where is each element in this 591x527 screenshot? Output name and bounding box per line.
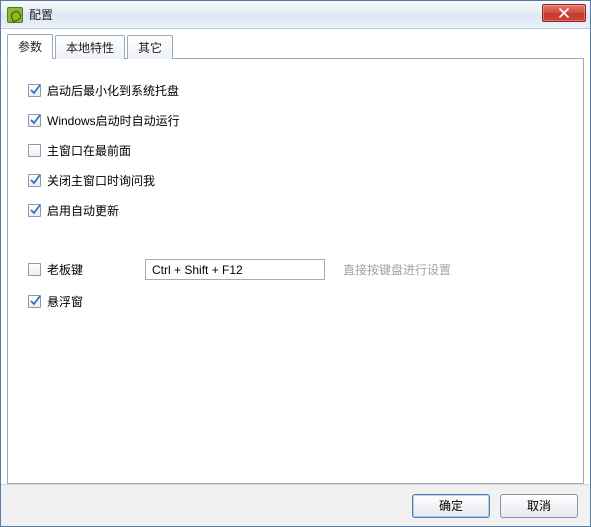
- label-minimize-to-tray[interactable]: 启动后最小化到系统托盘: [47, 82, 179, 99]
- row-confirm-on-close: 关闭主窗口时询问我: [28, 171, 563, 189]
- label-run-on-startup[interactable]: Windows启动时自动运行: [47, 112, 180, 129]
- tabstrip: 参数 本地特性 其它: [7, 35, 584, 58]
- config-dialog: 配置 参数 本地特性 其它 启动后最小化到系统托盘 Win: [0, 0, 591, 527]
- tab-other[interactable]: 其它: [127, 35, 173, 59]
- check-icon: [29, 84, 42, 97]
- client-area: 参数 本地特性 其它 启动后最小化到系统托盘 Windows启动时自动运行 主窗…: [1, 29, 590, 484]
- titlebar[interactable]: 配置: [1, 1, 590, 29]
- hotkey-input[interactable]: [145, 259, 325, 280]
- close-button[interactable]: [542, 4, 586, 22]
- row-always-on-top: 主窗口在最前面: [28, 141, 563, 159]
- checkbox-float-window[interactable]: [28, 295, 41, 308]
- ok-button[interactable]: 确定: [412, 494, 490, 518]
- check-icon: [29, 204, 42, 217]
- tab-panel-params: 启动后最小化到系统托盘 Windows启动时自动运行 主窗口在最前面 关闭主窗口…: [7, 58, 584, 484]
- cancel-button[interactable]: 取消: [500, 494, 578, 518]
- checkbox-run-on-startup[interactable]: [28, 114, 41, 127]
- row-run-on-startup: Windows启动时自动运行: [28, 111, 563, 129]
- checkbox-auto-update[interactable]: [28, 204, 41, 217]
- label-confirm-on-close[interactable]: 关闭主窗口时询问我: [47, 172, 155, 189]
- row-float-window: 悬浮窗: [28, 292, 563, 310]
- label-always-on-top[interactable]: 主窗口在最前面: [47, 142, 131, 159]
- dialog-footer: 确定 取消: [1, 484, 590, 526]
- label-auto-update[interactable]: 启用自动更新: [47, 202, 119, 219]
- check-icon: [29, 114, 42, 127]
- check-icon: [29, 295, 42, 308]
- hotkey-hint: 直接按键盘进行设置: [343, 261, 451, 278]
- checkbox-boss-key[interactable]: [28, 263, 41, 276]
- app-icon: [7, 7, 23, 23]
- label-boss-key[interactable]: 老板键: [47, 261, 83, 278]
- checkbox-always-on-top[interactable]: [28, 144, 41, 157]
- tab-params[interactable]: 参数: [7, 34, 53, 59]
- checkbox-confirm-on-close[interactable]: [28, 174, 41, 187]
- window-title: 配置: [29, 6, 53, 23]
- tab-local[interactable]: 本地特性: [55, 35, 125, 59]
- row-minimize-to-tray: 启动后最小化到系统托盘: [28, 81, 563, 99]
- check-icon: [29, 174, 42, 187]
- close-icon: [559, 8, 569, 18]
- checkbox-minimize-to-tray[interactable]: [28, 84, 41, 97]
- row-boss-key: 老板键 直接按键盘进行设置: [28, 259, 563, 280]
- row-auto-update: 启用自动更新: [28, 201, 563, 219]
- label-float-window[interactable]: 悬浮窗: [47, 293, 83, 310]
